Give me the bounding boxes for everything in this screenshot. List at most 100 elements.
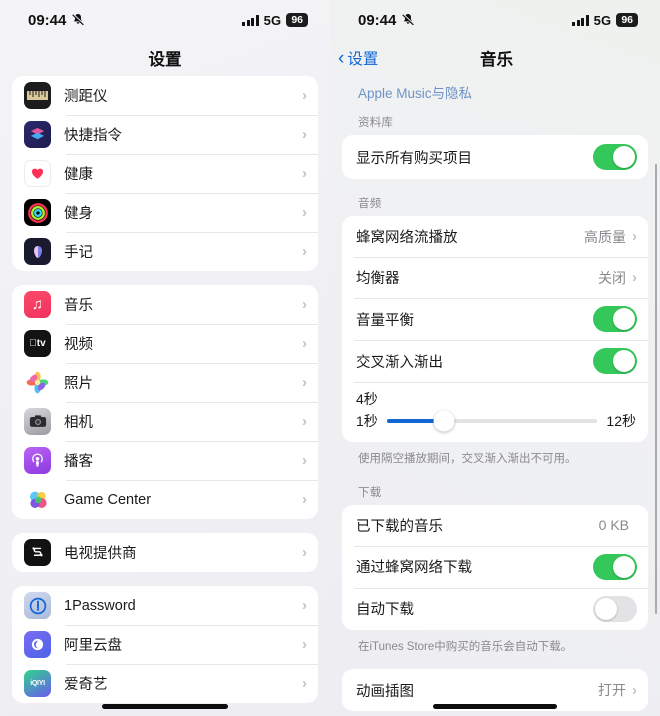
status-bar-right: 09:44 5G 96 bbox=[330, 0, 660, 40]
section-header-library: 资料库 bbox=[358, 117, 394, 129]
measure-app-icon bbox=[24, 82, 51, 109]
settings-group-audio: 蜂窝网络流播放 高质量 › 均衡器 关闭 › 音量平衡 交叉渐入渐出 4秒 1秒… bbox=[342, 216, 648, 442]
row-crossfade[interactable]: 交叉渐入渐出 bbox=[342, 340, 648, 382]
row-label: 已下载的音乐 bbox=[356, 518, 443, 535]
row-auto-download[interactable]: 自动下载 bbox=[342, 587, 648, 630]
sidebar-item-label: 阿里云盘 bbox=[64, 638, 122, 654]
status-time: 09:44 bbox=[28, 11, 67, 29]
chevron-right-icon: › bbox=[302, 126, 307, 143]
health-app-icon bbox=[24, 160, 51, 187]
appletv-app-icon: tv bbox=[24, 330, 51, 357]
bell-slash-icon bbox=[71, 13, 85, 27]
sidebar-item-label: 视频 bbox=[64, 337, 93, 353]
back-button-settings[interactable]: ‹ 设置 bbox=[338, 47, 378, 69]
sidebar-item-1password[interactable]: 1Password › bbox=[12, 586, 318, 625]
sidebar-item-label: 照片 bbox=[64, 376, 93, 392]
settings-group-library: 显示所有购买项目 bbox=[342, 135, 648, 179]
crossfade-slider-line: 1秒 12秒 bbox=[356, 410, 636, 432]
sidebar-item-label: Game Center bbox=[64, 491, 152, 508]
row-crossfade-duration[interactable]: 4秒 1秒 12秒 bbox=[342, 382, 648, 442]
iqiyi-app-icon: iQIYI bbox=[24, 670, 51, 697]
chevron-right-icon: › bbox=[302, 243, 307, 260]
chevron-right-icon: › bbox=[632, 269, 637, 286]
chevron-left-icon: ‹ bbox=[338, 47, 345, 69]
shortcuts-app-icon bbox=[24, 121, 51, 148]
toggle-crossfade[interactable] bbox=[593, 348, 637, 374]
network-type-label: 5G bbox=[263, 12, 282, 28]
row-label: 通过蜂窝网络下载 bbox=[356, 560, 472, 577]
page-title-music: 音乐 bbox=[480, 51, 513, 69]
cellular-signal-icon bbox=[572, 14, 589, 26]
row-show-all-purchases[interactable]: 显示所有购买项目 bbox=[342, 135, 648, 179]
network-type-label: 5G bbox=[593, 12, 612, 28]
sidebar-item-measure[interactable]: 测距仪 › bbox=[12, 76, 318, 115]
toggle-sound-check[interactable] bbox=[593, 306, 637, 332]
fitness-app-icon bbox=[24, 199, 51, 226]
sidebar-item-camera[interactable]: 相机 › bbox=[12, 402, 318, 441]
sidebar-item-fitness[interactable]: 健身 › bbox=[12, 193, 318, 232]
row-label: 显示所有购买项目 bbox=[356, 150, 472, 167]
apple-music-privacy-link[interactable]: Apple Music与隐私 bbox=[342, 76, 648, 112]
chevron-right-icon: › bbox=[302, 296, 307, 313]
music-app-icon: ♫ bbox=[24, 291, 51, 318]
chevron-right-icon: › bbox=[302, 413, 307, 430]
sidebar-item-photos[interactable]: 照片 › bbox=[12, 363, 318, 402]
row-value: 高质量 bbox=[584, 228, 626, 245]
journal-app-icon bbox=[24, 238, 51, 265]
row-cellular-download[interactable]: 通过蜂窝网络下载 bbox=[342, 545, 648, 588]
sidebar-item-health[interactable]: 健康 › bbox=[12, 154, 318, 193]
camera-app-icon bbox=[24, 408, 51, 435]
crossfade-max-label: 12秒 bbox=[606, 413, 636, 429]
row-cellular-streaming[interactable]: 蜂窝网络流播放 高质量 › bbox=[342, 216, 648, 257]
left-settings-list[interactable]: 测距仪 › 快捷指令 › 健康 › 健身 › 手记 › ♫ 音乐 › tv 视频… bbox=[0, 76, 330, 716]
crossfade-slider[interactable] bbox=[386, 410, 598, 432]
row-downloaded-music[interactable]: 已下载的音乐 0 KB bbox=[342, 505, 648, 546]
row-value: 0 KB bbox=[598, 517, 629, 534]
sidebar-item-journal[interactable]: 手记 › bbox=[12, 232, 318, 271]
row-label: 交叉渐入渐出 bbox=[356, 354, 443, 371]
sidebar-item-label: 爱奇艺 bbox=[64, 677, 108, 693]
toggle-auto-download[interactable] bbox=[593, 595, 637, 622]
sidebar-item-label: 健康 bbox=[64, 167, 93, 183]
sidebar-item-music[interactable]: ♫ 音乐 › bbox=[12, 285, 318, 324]
sidebar-item-shortcuts[interactable]: 快捷指令 › bbox=[12, 115, 318, 154]
chevron-right-icon: › bbox=[302, 491, 307, 508]
music-settings-list[interactable]: Apple Music与隐私 资料库 显示所有购买项目 音频 蜂窝网络流播放 高… bbox=[330, 76, 660, 716]
vertical-scrollbar[interactable] bbox=[654, 164, 657, 614]
page-title-settings: 设置 bbox=[148, 51, 182, 69]
bell-slash-icon bbox=[401, 13, 415, 27]
sidebar-item-iqiyi[interactable]: iQIYI 爱奇艺 › bbox=[12, 664, 318, 703]
sidebar-item-aliyun-drive[interactable]: 阿里云盘 › bbox=[12, 625, 318, 664]
aliyundrive-app-icon bbox=[24, 631, 51, 658]
tv-provider-app-icon bbox=[24, 539, 51, 566]
row-label: 自动下载 bbox=[356, 602, 414, 619]
home-indicator-left bbox=[102, 704, 228, 709]
row-label: 蜂窝网络流播放 bbox=[356, 230, 458, 246]
sidebar-item-podcasts[interactable]: 播客 › bbox=[12, 441, 318, 480]
onepassword-app-icon bbox=[24, 592, 51, 619]
chevron-right-icon: › bbox=[632, 681, 637, 699]
toggle-show-all-purchases[interactable] bbox=[593, 144, 637, 170]
row-equalizer[interactable]: 均衡器 关闭 › bbox=[342, 257, 648, 298]
section-footer-downloads: 在iTunes Store中购买的音乐会自动下载。 bbox=[358, 640, 573, 653]
section-header-audio: 音频 bbox=[358, 198, 382, 210]
sidebar-item-label: 快捷指令 bbox=[64, 128, 122, 144]
row-label: 均衡器 bbox=[356, 271, 400, 287]
gamecenter-app-icon bbox=[24, 486, 51, 513]
status-bar-right-group: 5G 96 bbox=[242, 13, 308, 28]
battery-percent-badge: 96 bbox=[286, 12, 308, 28]
sidebar-item-label: 1Password bbox=[64, 597, 136, 614]
crossfade-slider-thumb[interactable] bbox=[433, 410, 455, 432]
crossfade-min-label: 1秒 bbox=[356, 413, 378, 429]
chevron-right-icon: › bbox=[302, 544, 307, 561]
toggle-cellular-download[interactable] bbox=[593, 553, 637, 580]
chevron-right-icon: › bbox=[302, 335, 307, 352]
row-sound-check[interactable]: 音量平衡 bbox=[342, 298, 648, 340]
sidebar-item-game-center[interactable]: Game Center › bbox=[12, 480, 318, 519]
sidebar-item-tv-provider[interactable]: 电视提供商 › bbox=[12, 533, 318, 572]
left-nav-bar: 设置 bbox=[0, 40, 330, 76]
sidebar-item-video[interactable]: tv 视频 › bbox=[12, 324, 318, 363]
chevron-right-icon: › bbox=[302, 165, 307, 182]
settings-group-third-party: 1Password › 阿里云盘 › iQIYI 爱奇艺 › bbox=[12, 586, 318, 703]
sidebar-item-label: 健身 bbox=[64, 206, 93, 222]
